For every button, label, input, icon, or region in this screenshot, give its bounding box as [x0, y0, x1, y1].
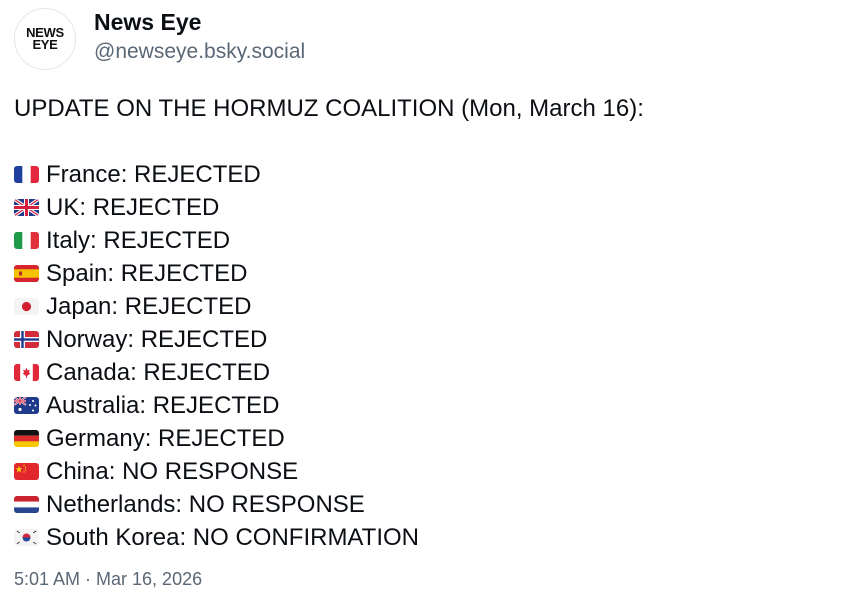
list-item: Japan: REJECTED [14, 290, 644, 323]
author-handle[interactable]: @newseye.bsky.social [94, 37, 305, 67]
italy-flag-icon [14, 232, 39, 249]
country-label: South Korea: NO CONFIRMATION [46, 524, 419, 551]
uk-flag-icon [14, 199, 39, 216]
country-label: Italy: REJECTED [46, 227, 231, 254]
post-body: UPDATE ON THE HORMUZ COALITION (Mon, Mar… [14, 92, 644, 554]
country-label: Germany: REJECTED [46, 425, 285, 452]
country-label: China: NO RESPONSE [46, 458, 299, 485]
avatar[interactable]: NEWS EYE [14, 8, 76, 70]
list-item: South Korea: NO CONFIRMATION [14, 521, 644, 554]
author-display-name[interactable]: News Eye [94, 7, 305, 37]
post-header: NEWS EYE News Eye @newseye.bsky.social [14, 8, 305, 70]
list-item: UK: REJECTED [14, 191, 644, 224]
france-flag-icon [14, 166, 39, 183]
list-item: Italy: REJECTED [14, 224, 644, 257]
list-item: Australia: REJECTED [14, 389, 644, 422]
country-label: Japan: REJECTED [46, 293, 252, 320]
country-label: Spain: REJECTED [46, 260, 248, 287]
country-label: Netherlands: NO RESPONSE [46, 491, 365, 518]
country-label: Australia: REJECTED [46, 392, 280, 419]
avatar-logo-text: NEWS EYE [26, 25, 64, 52]
country-label: UK: REJECTED [46, 194, 220, 221]
china-flag-icon [14, 463, 39, 480]
country-label: France: REJECTED [46, 161, 261, 188]
south-korea-flag-icon [14, 529, 39, 546]
list-item: Canada: REJECTED [14, 356, 644, 389]
norway-flag-icon [14, 331, 39, 348]
netherlands-flag-icon [14, 496, 39, 513]
post-timestamp[interactable]: 5:01 AM · Mar 16, 2026 [14, 566, 202, 592]
list-item: Germany: REJECTED [14, 422, 644, 455]
list-item: Netherlands: NO RESPONSE [14, 488, 644, 521]
author-info: News Eye @newseye.bsky.social [94, 7, 305, 67]
list-item: France: REJECTED [14, 158, 644, 191]
post-card: NEWS EYE News Eye @newseye.bsky.social UP… [0, 0, 865, 606]
australia-flag-icon [14, 397, 39, 414]
list-item: Spain: REJECTED [14, 257, 644, 290]
canada-flag-icon [14, 364, 39, 381]
post-headline: UPDATE ON THE HORMUZ COALITION (Mon, Mar… [14, 95, 644, 122]
country-label: Canada: REJECTED [46, 359, 271, 386]
japan-flag-icon [14, 298, 39, 315]
spain-flag-icon [14, 265, 39, 282]
germany-flag-icon [14, 430, 39, 447]
country-label: Norway: REJECTED [46, 326, 268, 353]
list-item: Norway: REJECTED [14, 323, 644, 356]
list-item: China: NO RESPONSE [14, 455, 644, 488]
